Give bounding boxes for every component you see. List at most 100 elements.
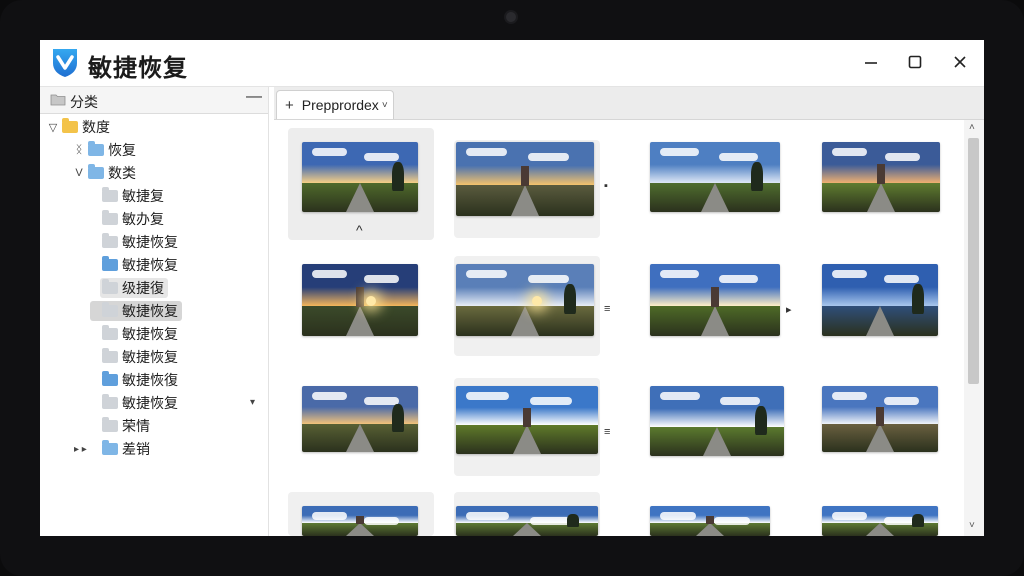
expand-toggle-icon[interactable]: ▽: [46, 121, 60, 134]
tower: [356, 287, 364, 308]
tree-item-root[interactable]: ▽ 数度: [46, 117, 110, 137]
tree-item-label: 级捷復: [122, 280, 164, 296]
expand-toggle-icon[interactable]: ▸ ▸: [74, 444, 100, 455]
road: [866, 306, 894, 336]
landscape-thumbnail[interactable]: [302, 386, 418, 452]
dropdown-caret-icon[interactable]: ▾: [250, 397, 255, 408]
cloud: [660, 392, 701, 400]
landscape-thumbnail[interactable]: [822, 142, 940, 212]
tree-item[interactable]: 荣情: [100, 416, 150, 436]
expand-toggle-icon[interactable]: ᛝ: [72, 144, 86, 156]
tree-item-label: 敏捷恢复: [122, 303, 178, 319]
landscape-thumbnail[interactable]: [456, 506, 598, 536]
tower: [876, 407, 884, 426]
cell-arrow-icon[interactable]: ▸: [786, 303, 792, 316]
folder-icon: [102, 187, 118, 202]
tower: [877, 164, 885, 184]
vertical-scrollbar[interactable]: ˄ ˅: [965, 120, 984, 536]
folder-icon: [102, 302, 118, 317]
cloud: [466, 148, 508, 156]
tab-preview[interactable]: + Prеpprordex ˅: [276, 90, 394, 119]
cell-handle-icon[interactable]: ▪: [604, 180, 608, 192]
expand-toggle-icon[interactable]: V: [72, 167, 86, 179]
add-tab-icon[interactable]: +: [285, 97, 294, 114]
tree-header: 分类 —: [40, 87, 268, 114]
landscape-thumbnail[interactable]: [650, 264, 780, 336]
folder-icon: [50, 94, 66, 106]
close-button[interactable]: [947, 50, 973, 74]
tree-item[interactable]: 敏捷复: [100, 186, 164, 206]
scroll-down-icon[interactable]: ˅: [969, 520, 975, 531]
title-bar: 敏捷恢复: [40, 40, 984, 87]
tree-collapse-button[interactable]: —: [246, 88, 262, 106]
tower: [356, 515, 364, 524]
road: [866, 424, 894, 452]
landscape-thumbnail[interactable]: [456, 264, 594, 336]
landscape-thumbnail[interactable]: [650, 506, 770, 536]
cloud: [364, 153, 399, 161]
tree-item-label: 差销: [122, 441, 150, 457]
landscape-thumbnail[interactable]: [302, 506, 418, 536]
folder-icon: [102, 325, 118, 340]
tree-item-label: 敏捷恢复: [122, 349, 178, 365]
tree-item[interactable]: 敏捷恢复: [100, 232, 178, 252]
tree-item[interactable]: ᛝ 恢复: [72, 140, 136, 160]
cell-handle-icon[interactable]: ≡: [604, 426, 610, 438]
tree-item-label: 敏捷恢复: [122, 395, 178, 411]
maximize-button[interactable]: [902, 50, 928, 74]
tree-header-label: 分类: [70, 94, 98, 110]
cell-handle-icon[interactable]: ≡: [604, 303, 610, 315]
landscape-thumbnail[interactable]: [456, 386, 598, 454]
camera-dot: [506, 12, 516, 22]
landscape-thumbnail[interactable]: [650, 142, 780, 212]
tree: [563, 284, 576, 315]
tree-item-highlighted[interactable]: 级捷復: [100, 278, 168, 298]
tree-item[interactable]: 敏办复: [100, 209, 164, 229]
folder-icon: [102, 417, 118, 432]
thumbnail-grid: ^ ▪ ≡ ▸ ≡: [274, 120, 964, 536]
tree-item[interactable]: ▸ ▸ 差销: [74, 439, 150, 459]
tree-item[interactable]: V 数类: [72, 163, 136, 183]
road: [513, 425, 541, 454]
cloud: [466, 392, 509, 400]
cell-caret-icon[interactable]: ^: [356, 222, 363, 238]
cloud: [832, 270, 867, 278]
tree: [912, 284, 925, 315]
tree-item[interactable]: 敏捷恢复: [100, 324, 178, 344]
tree: [751, 161, 764, 191]
tree-item-label: 恢复: [108, 142, 136, 158]
tree: [754, 405, 767, 435]
close-icon: [954, 56, 966, 68]
landscape-thumbnail[interactable]: [302, 142, 418, 212]
app-title: 敏捷恢复: [88, 55, 188, 82]
tree-item[interactable]: 敏捷恢复: [100, 347, 178, 367]
cloud: [312, 270, 347, 278]
landscape-thumbnail[interactable]: [456, 142, 594, 216]
landscape-thumbnail[interactable]: [822, 264, 938, 336]
tree: [912, 514, 925, 527]
landscape-thumbnail[interactable]: [302, 264, 418, 336]
scroll-up-icon[interactable]: ˄: [969, 122, 975, 133]
tower: [521, 165, 529, 187]
cloud: [312, 512, 347, 520]
tower: [711, 287, 719, 308]
tree-item-selected[interactable]: 敏捷恢复: [90, 301, 182, 321]
scroll-thumb[interactable]: [968, 138, 979, 384]
folder-icon: [102, 440, 118, 455]
tower: [523, 407, 531, 427]
road: [703, 427, 731, 456]
tree-item-label: 敏捷恢复: [122, 326, 178, 342]
tree-item-label: 敏捷恢复: [122, 257, 178, 273]
tree-item[interactable]: 敏捷恢复: [100, 255, 178, 275]
landscape-thumbnail[interactable]: [822, 386, 938, 452]
folder-icon: [102, 210, 118, 225]
road: [867, 183, 895, 212]
minimize-button[interactable]: [858, 50, 884, 74]
cloud: [364, 275, 399, 283]
tree-item[interactable]: 敏捷恢復: [100, 370, 178, 390]
cloud: [718, 153, 758, 161]
landscape-thumbnail[interactable]: [650, 386, 784, 456]
tab-caret-icon[interactable]: ˅: [382, 100, 388, 111]
tree-item[interactable]: 敏捷恢复: [100, 393, 178, 413]
landscape-thumbnail[interactable]: [822, 506, 938, 536]
